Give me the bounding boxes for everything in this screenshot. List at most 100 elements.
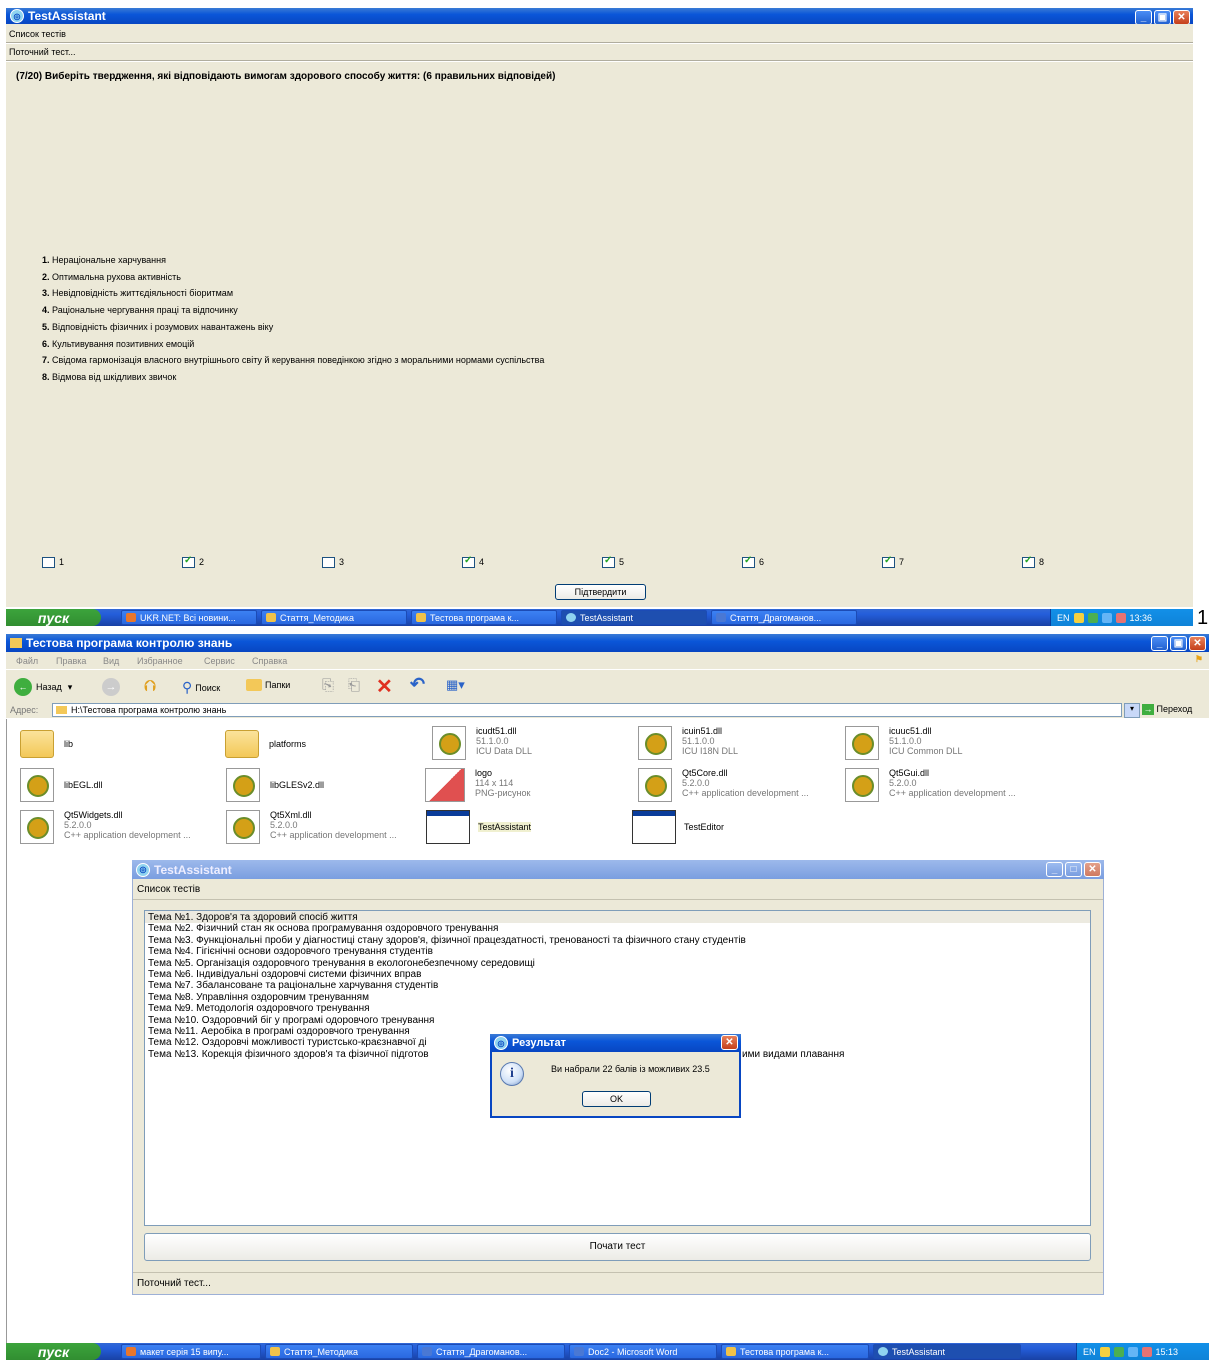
menu-help[interactable]: Справка — [252, 656, 287, 666]
file-item[interactable]: TestAssistant — [426, 810, 532, 844]
topic-item[interactable]: Тема №3. Функціональні проби у діагности… — [148, 935, 746, 946]
taskbar-item[interactable]: TestAssistant — [561, 610, 707, 625]
answer-item: 1. Нераціональне харчування — [42, 255, 166, 265]
answer-item: 5. Відповідність фізичних і розумових на… — [42, 321, 274, 332]
answer-item: 8. Відмова від шкідливих звичок — [42, 371, 177, 382]
answer-checkbox-5[interactable]: 5 — [602, 555, 624, 569]
close-button[interactable]: ✕ — [721, 1035, 738, 1050]
folders-button[interactable]: Папки — [246, 679, 290, 691]
taskbar-item[interactable]: Стаття_Драгоманов... — [711, 610, 857, 625]
start-button[interactable]: пуск — [6, 609, 101, 626]
answer-checkbox-1[interactable]: 1 — [42, 557, 64, 569]
file-item[interactable]: libEGL.dll — [20, 768, 103, 802]
answer-checkbox-4[interactable]: 4 — [462, 555, 484, 569]
test-list-menu[interactable]: Список тестів — [9, 29, 66, 39]
move-to-icon[interactable]: ⎘ — [322, 677, 334, 694]
topic-item[interactable]: Тема №7. Збалансоване та раціональне хар… — [148, 980, 746, 991]
menu-favorites[interactable]: Избранное — [137, 656, 183, 666]
start-button[interactable]: пуск — [6, 1343, 101, 1360]
search-button[interactable]: ⚲ Поиск — [182, 679, 220, 696]
minimize-button[interactable]: _ — [1135, 10, 1152, 25]
answer-checkbox-6[interactable]: 6 — [742, 555, 764, 569]
taskbar-item[interactable]: Стаття_Методика — [265, 1344, 413, 1359]
explorer-title: Тестова програма контролю знань — [26, 636, 233, 650]
tray-icon[interactable] — [1099, 1346, 1110, 1357]
taskbar-item[interactable]: Стаття_Методика — [261, 610, 407, 625]
result-dialog-titlebar: ◎ Результат ✕ — [490, 1034, 741, 1052]
ok-button[interactable]: OK — [582, 1091, 651, 1107]
file-item[interactable]: lib — [20, 730, 73, 758]
close-button[interactable]: ✕ — [1084, 862, 1101, 877]
address-label: Адрес: — [10, 705, 39, 715]
start-test-button[interactable]: Почати тест — [144, 1233, 1091, 1261]
file-item[interactable]: Qt5Widgets.dll 5.2.0.0 C++ application dev… — [20, 810, 191, 844]
undo-icon[interactable]: ↶ — [410, 674, 425, 695]
tray-icon[interactable] — [1101, 612, 1112, 623]
test-list-menu[interactable]: Список тестів — [137, 884, 200, 895]
topic-item[interactable]: Тема №10. Оздоровчий біг у програмі одор… — [148, 1015, 746, 1026]
maximize-button[interactable]: □ — [1065, 862, 1082, 877]
tray-icon[interactable] — [1087, 612, 1098, 623]
file-item[interactable]: libGLESv2.dll — [226, 768, 324, 802]
back-button[interactable]: ← Назад ▾ — [14, 678, 72, 696]
language-indicator[interactable]: EN — [1057, 613, 1070, 623]
topic-item[interactable]: Тема №8. Управління оздоровчим тренуванн… — [148, 992, 746, 1003]
copy-to-icon[interactable]: ⎗ — [348, 677, 360, 694]
menu-view[interactable]: Вид — [103, 656, 119, 666]
file-item[interactable]: icudt51.dll 51.1.0.0 ICU Data DLL — [432, 726, 532, 760]
dll-file-icon — [845, 768, 879, 802]
language-indicator[interactable]: EN — [1083, 1347, 1096, 1357]
answer-checkbox-2[interactable]: 2 — [182, 555, 204, 569]
up-folder-icon[interactable]: ⮉ — [144, 678, 156, 696]
dll-file-icon — [638, 726, 672, 760]
file-item[interactable]: icuin51.dll 51.1.0.0 ICU I18N DLL — [638, 726, 738, 760]
answer-checkbox-7[interactable]: 7 — [882, 555, 904, 569]
taskbar-item[interactable]: TestAssistant — [873, 1344, 1021, 1359]
file-item[interactable]: Qt5Gui.dll 5.2.0.0 C++ application develop… — [845, 768, 1016, 802]
confirm-button[interactable]: Підтвердити — [555, 584, 646, 600]
tray-icon[interactable] — [1113, 1346, 1124, 1357]
restore-button[interactable]: ▣ — [1154, 10, 1171, 25]
topic-item[interactable]: Тема №9. Методологія оздоровчого тренува… — [148, 1003, 746, 1014]
menu-edit[interactable]: Правка — [56, 656, 86, 666]
restore-button[interactable]: ▣ — [1170, 636, 1187, 651]
file-item[interactable]: icuuc51.dll 51.1.0.0 ICU Common DLL — [845, 726, 963, 760]
tray-icon[interactable] — [1115, 612, 1126, 623]
clock: 13:36 — [1129, 612, 1153, 623]
menu-tools[interactable]: Сервис — [204, 656, 235, 666]
file-item[interactable]: Qt5Xml.dll 5.2.0.0 C++ application develop… — [226, 810, 397, 844]
topic-item[interactable]: Тема №4. Гігієнічні основи оздоровчого т… — [148, 946, 746, 957]
views-icon[interactable]: ▦▾ — [446, 677, 465, 693]
file-item[interactable]: logo 114 x 114 PNG-рисунок — [425, 768, 530, 802]
taskbar-item[interactable]: UKR.NET: Всі новини... — [121, 610, 257, 625]
minimize-button[interactable]: _ — [1151, 636, 1168, 651]
address-input[interactable]: H:\Тестова програма контролю знань — [52, 703, 1122, 717]
tray-icon[interactable] — [1127, 1346, 1138, 1357]
close-button[interactable]: ✕ — [1189, 636, 1206, 651]
file-item[interactable]: platforms — [225, 730, 306, 758]
taskbar-item[interactable]: макет серія 15 випу... — [121, 1344, 261, 1359]
app-icon: ◎ — [10, 9, 24, 23]
close-button[interactable]: ✕ — [1173, 10, 1190, 25]
taskbar-item[interactable]: Тестова програма к... — [411, 610, 557, 625]
answer-checkbox-3[interactable]: 3 — [322, 557, 344, 569]
folder-icon — [225, 730, 259, 758]
taskbar-item[interactable]: Стаття_Драгоманов... — [417, 1344, 565, 1359]
tray-icon[interactable] — [1073, 612, 1084, 623]
file-item[interactable]: TestEditor — [632, 810, 724, 844]
topic-item[interactable]: Тема №1. Здоров'я та здоровий спосіб жит… — [148, 912, 746, 923]
file-item[interactable]: Qt5Core.dll 5.2.0.0 C++ application develo… — [638, 768, 809, 802]
address-dropdown-button[interactable]: ▾ — [1124, 703, 1140, 718]
forward-button[interactable]: → — [102, 678, 120, 696]
topic-item[interactable]: Тема №6. Індивідуальні оздоровчі системи… — [148, 969, 746, 980]
taskbar-item[interactable]: Тестова програма к... — [721, 1344, 869, 1359]
minimize-button[interactable]: _ — [1046, 862, 1063, 877]
topic-item[interactable]: Тема №2. Фізичний стан як основа програм… — [148, 923, 746, 934]
delete-icon[interactable]: ✕ — [376, 674, 393, 699]
topic-item[interactable]: Тема №5. Організація оздоровчого тренува… — [148, 958, 746, 969]
taskbar-item[interactable]: Doc2 - Microsoft Word — [569, 1344, 717, 1359]
answer-checkbox-8[interactable]: 8 — [1022, 555, 1044, 569]
menu-file[interactable]: Файл — [16, 656, 38, 666]
go-button[interactable]: → Переход — [1142, 704, 1192, 715]
tray-icon[interactable] — [1141, 1346, 1152, 1357]
